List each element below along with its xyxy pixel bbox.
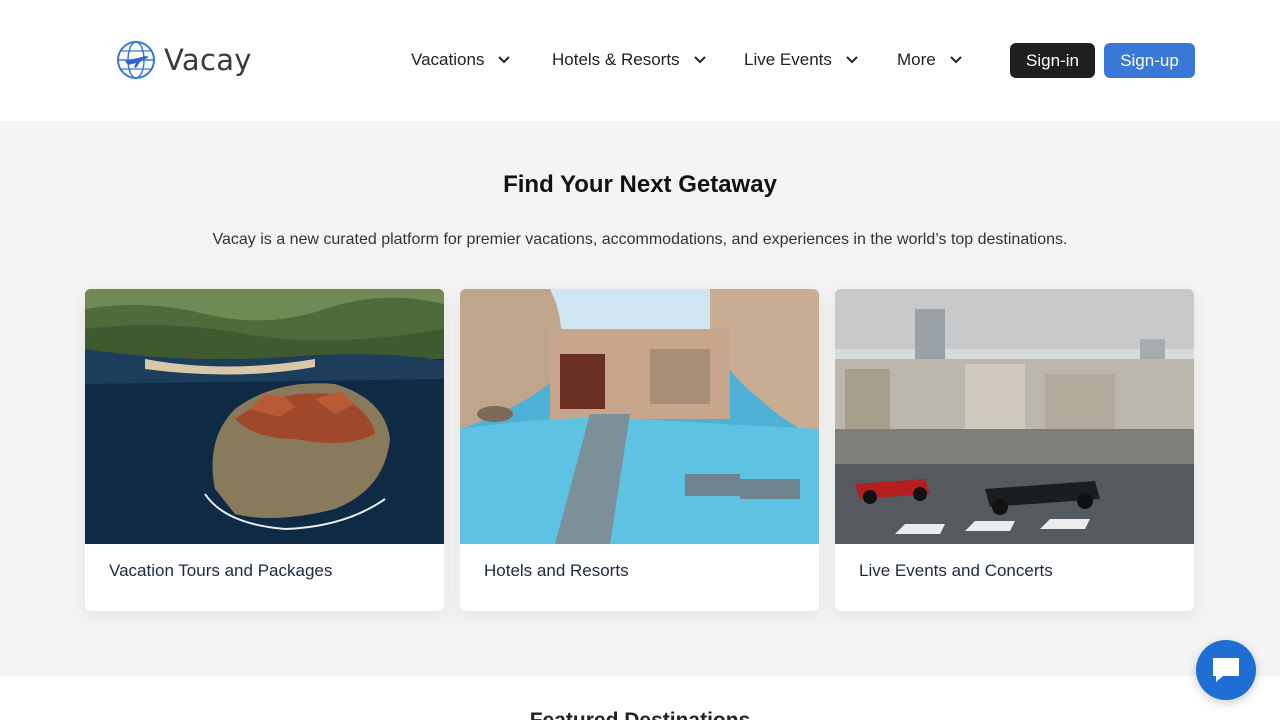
chevron-down-icon: [950, 56, 962, 64]
chevron-down-icon: [498, 56, 511, 64]
nav-more[interactable]: More: [897, 46, 963, 74]
nav-live-events-label: Live Events: [744, 50, 832, 69]
island-photo: [85, 289, 444, 544]
card-vacation-tours[interactable]: Vacation Tours and Packages: [85, 289, 444, 611]
nav-live-events[interactable]: Live Events: [744, 46, 859, 74]
sign-up-button[interactable]: Sign-up: [1104, 43, 1195, 78]
nav-more-label: More: [897, 50, 936, 69]
card-hotels-resorts[interactable]: Hotels and Resorts: [460, 289, 819, 611]
chat-bubble-icon: [1213, 658, 1239, 682]
sign-in-button[interactable]: Sign-in: [1010, 43, 1095, 78]
chevron-down-icon: [846, 56, 858, 64]
featured-title: Featured Destinations: [0, 709, 1280, 720]
hero-subtitle: Vacay is a new curated platform for prem…: [212, 231, 1068, 248]
nav-hotels-resorts[interactable]: Hotels & Resorts: [552, 46, 707, 74]
race-photo: [835, 289, 1194, 544]
card-label: Live Events and Concerts: [859, 561, 1053, 580]
nav-vacations[interactable]: Vacations: [411, 46, 511, 74]
nav-hotels-resorts-label: Hotels & Resorts: [552, 50, 680, 69]
globe-plane-icon: [117, 41, 155, 79]
nav-vacations-label: Vacations: [411, 50, 485, 69]
site-header: Vacay Vacations Hotels & Resorts Live Ev…: [0, 0, 1280, 121]
card-label: Vacation Tours and Packages: [109, 561, 333, 580]
brand-logo[interactable]: Vacay: [116, 40, 252, 80]
chevron-down-icon: [693, 56, 706, 64]
chat-button[interactable]: [1196, 640, 1256, 700]
card-label: Hotels and Resorts: [484, 561, 629, 580]
brand-name: Vacay: [164, 43, 252, 77]
resort-photo: [460, 289, 819, 544]
hero-title: Find Your Next Getaway: [503, 171, 777, 198]
card-live-events[interactable]: Live Events and Concerts: [835, 289, 1194, 611]
